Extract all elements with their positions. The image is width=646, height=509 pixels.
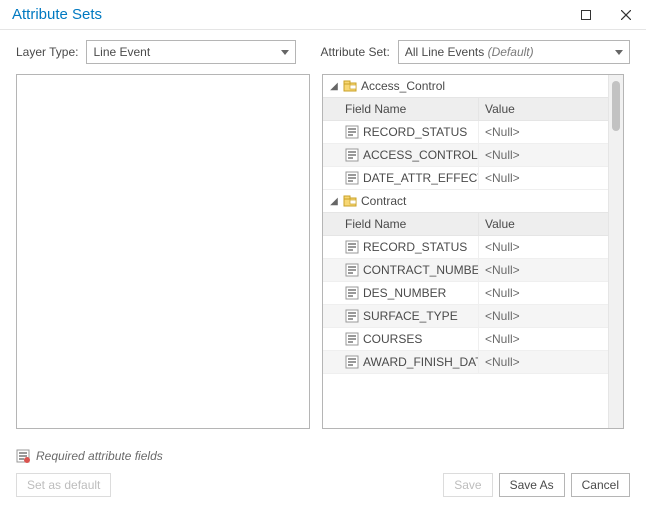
col-field-name[interactable]: Field Name [323, 98, 479, 120]
cell-field-name: CONTRACT_NUMBER [323, 259, 479, 281]
field-name-text: DES_NUMBER [363, 286, 446, 300]
dialog-body: Layer Type: Line Event Attribute Set: Al… [0, 30, 646, 441]
table-row[interactable]: SURFACE_TYPE <Null> [323, 305, 608, 328]
cell-value[interactable]: <Null> [479, 305, 608, 327]
footer-note: Required attribute fields [0, 441, 646, 467]
cell-field-name: COURSES [323, 328, 479, 350]
field-icon [345, 355, 359, 369]
layer-type-value: Line Event [93, 45, 150, 59]
required-field-icon [16, 449, 30, 463]
col-value[interactable]: Value [479, 98, 608, 120]
selector-row: Layer Type: Line Event Attribute Set: Al… [16, 40, 630, 64]
col-field-name[interactable]: Field Name [323, 213, 479, 235]
field-icon [345, 332, 359, 346]
table-row[interactable]: DES_NUMBER <Null> [323, 282, 608, 305]
folder-icon [343, 79, 357, 93]
title-bar: Attribute Sets [0, 0, 646, 30]
field-icon [345, 309, 359, 323]
save-as-button[interactable]: Save As [499, 473, 565, 497]
cell-value[interactable]: <Null> [479, 144, 608, 166]
field-icon [345, 171, 359, 185]
table-row[interactable]: RECORD_STATUS <Null> [323, 236, 608, 259]
close-button[interactable] [606, 0, 646, 30]
field-name-text: SURFACE_TYPE [363, 309, 458, 323]
cell-value[interactable]: <Null> [479, 236, 608, 258]
field-name-text: COURSES [363, 332, 422, 346]
cell-value[interactable]: <Null> [479, 282, 608, 304]
right-panel: ◢Access_ControlField NameValueRECORD_STA… [322, 74, 624, 429]
field-name-text: AWARD_FINISH_DATE [363, 355, 479, 369]
cell-value[interactable]: <Null> [479, 167, 608, 189]
left-panel [16, 74, 310, 429]
field-icon [345, 286, 359, 300]
cell-field-name: DATE_ATTR_EFFECTIVE [323, 167, 479, 189]
table-row[interactable]: CONTRACT_NUMBER<Null> [323, 259, 608, 282]
scrollbar-thumb[interactable] [612, 81, 620, 131]
field-name-text: RECORD_STATUS [363, 125, 467, 139]
group-header[interactable]: ◢ Contract [323, 190, 608, 212]
maximize-button[interactable] [566, 0, 606, 30]
set-default-button: Set as default [16, 473, 111, 497]
window-title: Attribute Sets [12, 6, 102, 23]
cell-value[interactable]: <Null> [479, 328, 608, 350]
table-row[interactable]: DATE_ATTR_EFFECTIVE<Null> [323, 167, 608, 190]
folder-icon [343, 194, 357, 208]
field-name-text: CONTRACT_NUMBER [363, 263, 479, 277]
table-row[interactable]: COURSES <Null> [323, 328, 608, 351]
attribute-set-value: All Line Events (Default) [405, 45, 534, 59]
cancel-button[interactable]: Cancel [571, 473, 630, 497]
field-name-text: ACCESS_CONTROL [363, 148, 478, 162]
cell-field-name: AWARD_FINISH_DATE [323, 351, 479, 373]
attribute-set-label: Attribute Set: [320, 45, 389, 59]
group-header[interactable]: ◢ Access_Control [323, 75, 608, 97]
panels: ◢Access_ControlField NameValueRECORD_STA… [16, 74, 630, 429]
table-row[interactable]: RECORD_STATUS <Null> [323, 121, 608, 144]
field-name-text: DATE_ATTR_EFFECTIVE [363, 171, 479, 185]
expand-arrow-icon: ◢ [329, 196, 339, 207]
field-name-text: RECORD_STATUS [363, 240, 467, 254]
field-icon [345, 148, 359, 162]
chevron-down-icon [615, 50, 623, 55]
cell-field-name: RECORD_STATUS [323, 236, 479, 258]
table-row[interactable]: ACCESS_CONTROL<Null> [323, 144, 608, 167]
col-value[interactable]: Value [479, 213, 608, 235]
cell-field-name: SURFACE_TYPE [323, 305, 479, 327]
cell-field-name: DES_NUMBER [323, 282, 479, 304]
footer-note-text: Required attribute fields [36, 449, 163, 463]
field-icon [345, 240, 359, 254]
cell-value[interactable]: <Null> [479, 121, 608, 143]
cell-value[interactable]: <Null> [479, 351, 608, 373]
attribute-tree: ◢Access_ControlField NameValueRECORD_STA… [323, 75, 608, 428]
chevron-down-icon [281, 50, 289, 55]
layer-type-select[interactable]: Line Event [86, 40, 296, 64]
field-icon [345, 263, 359, 277]
cell-field-name: ACCESS_CONTROL [323, 144, 479, 166]
save-button: Save [443, 473, 492, 497]
grid-header: Field NameValue [323, 212, 608, 236]
cell-field-name: RECORD_STATUS [323, 121, 479, 143]
group-name: Access_Control [361, 79, 445, 93]
group-name: Contract [361, 194, 406, 208]
default-tag: (Default) [488, 45, 534, 59]
layer-type-label: Layer Type: [16, 45, 78, 59]
scrollbar[interactable] [608, 75, 623, 428]
table-row[interactable]: AWARD_FINISH_DATE<Null> [323, 351, 608, 374]
button-row: Set as default Save Save As Cancel [0, 467, 646, 509]
attribute-set-select[interactable]: All Line Events (Default) [398, 40, 630, 64]
expand-arrow-icon: ◢ [329, 81, 339, 92]
window-controls [566, 0, 646, 30]
cell-value[interactable]: <Null> [479, 259, 608, 281]
grid-header: Field NameValue [323, 97, 608, 121]
field-icon [345, 125, 359, 139]
